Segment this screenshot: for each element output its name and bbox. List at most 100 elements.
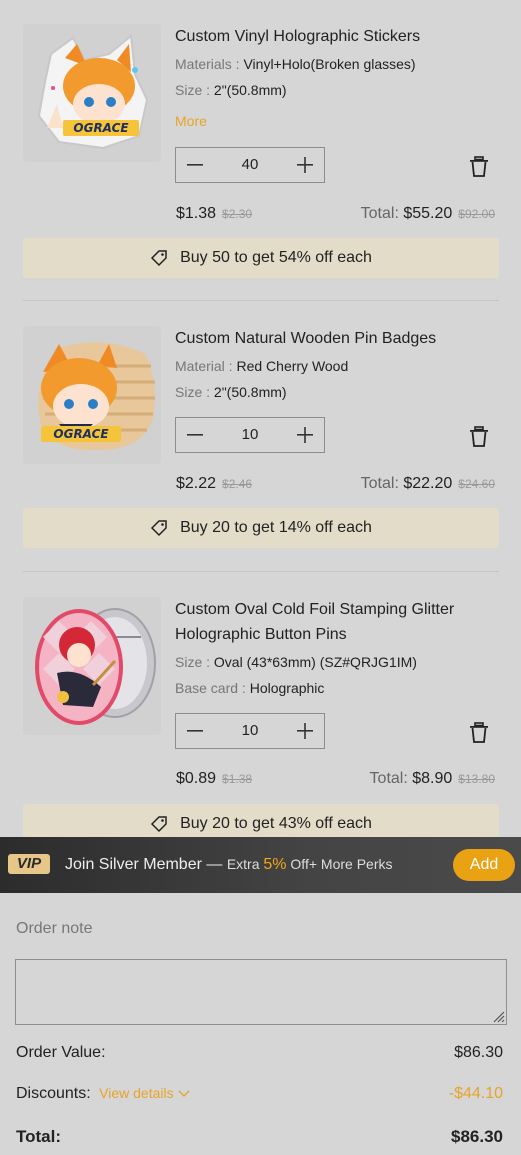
unit-price: $1.38 $2.30 <box>176 205 252 223</box>
add-vip-button[interactable]: Add <box>453 849 515 881</box>
unit-price: $2.22 $2.46 <box>176 475 252 493</box>
minus-icon <box>187 730 203 732</box>
attr-value: Vinyl+Holo(Broken glasses) <box>243 56 416 72</box>
order-note-label: Order note <box>16 920 93 937</box>
line-total-original: $92.00 <box>458 207 495 221</box>
vip-extra-text: Extra <box>226 856 264 872</box>
unit-price-original: $2.46 <box>222 477 253 491</box>
vip-membership-bar: VIP Join Silver Member — Extra 5% Off+ M… <box>0 837 521 893</box>
attr-key: Materials : <box>175 56 244 72</box>
thumbnail-logo-text: OGRACE <box>73 121 129 135</box>
plus-icon <box>297 723 313 739</box>
trash-icon <box>470 156 488 177</box>
bulk-discount-text: Buy 50 to get 54% off each <box>180 249 372 266</box>
total-amount: $86.30 <box>451 1127 503 1146</box>
quantity-value[interactable]: 10 <box>212 418 288 452</box>
trash-icon <box>470 426 488 447</box>
decrease-quantity-button[interactable] <box>177 148 213 182</box>
vip-offer-text: Join Silver Member — Extra 5% Off+ More … <box>65 856 392 874</box>
quantity-stepper: 40 <box>175 147 325 183</box>
vip-percent: 5% <box>263 856 287 873</box>
delete-item-button[interactable] <box>469 722 489 744</box>
unit-price-original: $2.30 <box>222 207 253 221</box>
label-colon: : <box>101 1044 106 1061</box>
attr-key: Size : <box>175 82 214 98</box>
vip-perks-text: Off+ More Perks <box>286 856 393 872</box>
attr-value: Holographic <box>249 680 325 696</box>
item-divider <box>23 300 499 301</box>
discounts-row: Discounts: View details -$44.10 <box>16 1085 503 1103</box>
vip-join-text: Join Silver Member <box>65 856 202 873</box>
line-total-value: $22.20 <box>403 475 453 492</box>
view-details-text: View details <box>99 1085 174 1101</box>
label-colon: : <box>86 1085 91 1102</box>
tag-icon <box>151 520 167 537</box>
unit-price-value: $1.38 <box>176 205 217 222</box>
attr-key: Material : <box>175 358 237 374</box>
bulk-discount-text: Buy 20 to get 43% off each <box>180 815 372 832</box>
item-divider <box>23 571 499 572</box>
tag-icon <box>151 816 167 833</box>
vip-badge-icon: VIP <box>8 854 50 874</box>
vip-dash: — <box>201 856 227 873</box>
attr-key: Base card : <box>175 680 250 696</box>
minus-icon <box>187 164 203 166</box>
attr-key: Size : <box>175 654 214 670</box>
discount-amount: -$44.10 <box>448 1085 503 1102</box>
product-thumbnail[interactable]: OGRACE <box>23 24 161 162</box>
quantity-stepper: 10 <box>175 417 325 453</box>
discounts-label: Discounts <box>16 1085 87 1102</box>
decrease-quantity-button[interactable] <box>177 714 213 748</box>
more-link[interactable]: More <box>175 113 207 129</box>
product-attr-size: Size : 2"(50.8mm) <box>175 384 287 400</box>
product-thumbnail[interactable]: OGRACE <box>23 326 161 464</box>
product-attr-material: Material : Red Cherry Wood <box>175 358 348 374</box>
line-total-original: $24.60 <box>458 477 495 491</box>
bulk-discount-banner[interactable]: Buy 20 to get 14% off each <box>23 508 499 548</box>
view-details-link[interactable]: View details <box>99 1085 189 1101</box>
order-note-input[interactable] <box>15 959 507 1025</box>
product-title[interactable]: Custom Natural Wooden Pin Badges <box>175 326 495 351</box>
product-attr-materials: Materials : Vinyl+Holo(Broken glasses) <box>175 56 416 72</box>
total-row: Total: $86.30 <box>16 1127 503 1147</box>
unit-price: $0.89 $1.38 <box>176 770 252 788</box>
unit-price-value: $0.89 <box>176 770 217 787</box>
bulk-discount-text: Buy 20 to get 14% off each <box>180 519 372 536</box>
attr-value: 2"(50.8mm) <box>213 82 287 98</box>
line-total: Total: $55.20 $92.00 <box>361 205 495 223</box>
chevron-down-icon <box>178 1090 189 1097</box>
delete-item-button[interactable] <box>469 426 489 448</box>
decrease-quantity-button[interactable] <box>177 418 213 452</box>
order-value-row: Order Value: $86.30 <box>16 1044 503 1062</box>
increase-quantity-button[interactable] <box>287 714 323 748</box>
plus-icon <box>297 427 313 443</box>
line-total-label: Total: <box>360 475 399 492</box>
product-thumbnail[interactable] <box>23 597 161 735</box>
order-value-amount: $86.30 <box>454 1044 503 1061</box>
line-total: Total: $8.90 $13.80 <box>370 770 495 788</box>
bulk-discount-banner[interactable]: Buy 50 to get 54% off each <box>23 238 499 278</box>
product-attr-base-card: Base card : Holographic <box>175 680 324 696</box>
resize-handle-icon[interactable] <box>491 1009 505 1023</box>
order-value-label: Order Value <box>16 1044 102 1061</box>
attr-value: 2"(50.8mm) <box>213 384 287 400</box>
product-title[interactable]: Custom Vinyl Holographic Stickers <box>175 24 495 49</box>
increase-quantity-button[interactable] <box>287 418 323 452</box>
delete-item-button[interactable] <box>469 156 489 178</box>
minus-icon <box>187 434 203 436</box>
increase-quantity-button[interactable] <box>287 148 323 182</box>
product-title[interactable]: Custom Oval Cold Foil Stamping Glitter H… <box>175 597 495 647</box>
label-colon: : <box>55 1127 62 1146</box>
line-total: Total: $22.20 $24.60 <box>361 475 495 493</box>
line-total-label: Total: <box>360 205 399 222</box>
quantity-stepper: 10 <box>175 713 325 749</box>
quantity-value[interactable]: 10 <box>212 714 288 748</box>
line-total-value: $8.90 <box>412 770 453 787</box>
thumbnail-logo-text: OGRACE <box>53 427 109 441</box>
plus-icon <box>297 157 313 173</box>
quantity-value[interactable]: 40 <box>212 148 288 182</box>
unit-price-value: $2.22 <box>176 475 217 492</box>
attr-value: Red Cherry Wood <box>236 358 349 374</box>
total-label: Total <box>16 1127 56 1146</box>
unit-price-original: $1.38 <box>222 772 253 786</box>
